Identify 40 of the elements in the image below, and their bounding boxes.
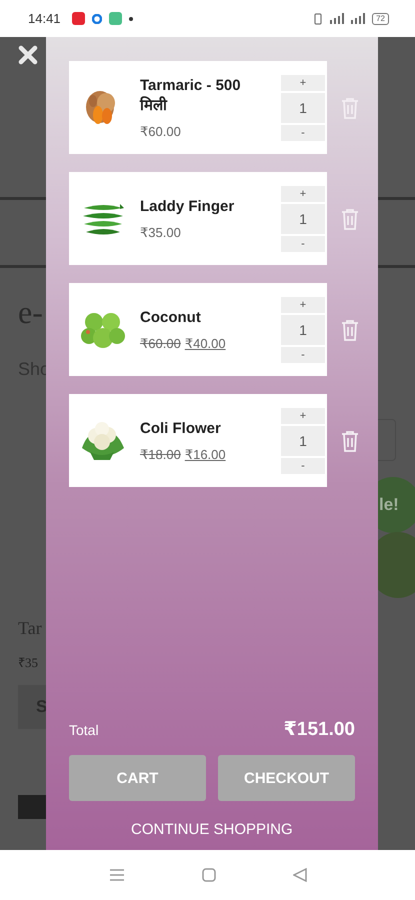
decrease-button[interactable]: - [281, 236, 325, 252]
increase-button[interactable]: + [281, 74, 325, 90]
old-price: ₹60.00 [140, 336, 181, 352]
status-time: 14:41 [28, 11, 61, 26]
back-icon[interactable] [292, 868, 306, 882]
increase-button[interactable]: + [281, 408, 325, 424]
item-name: Coconut [140, 308, 202, 328]
menu-icon[interactable] [108, 868, 124, 882]
total-label: Total [69, 722, 99, 738]
item-name: Laddy Finger [140, 196, 236, 216]
quantity-value[interactable]: 1 [281, 204, 325, 234]
app-icon [108, 12, 122, 25]
trash-icon[interactable] [340, 318, 360, 340]
increase-button[interactable]: + [281, 296, 325, 312]
signal-icon [351, 13, 366, 24]
item-name: Coli Flower [140, 418, 222, 438]
trash-icon[interactable] [340, 430, 360, 452]
old-price: ₹18.00 [140, 446, 181, 462]
quantity-value[interactable]: 1 [281, 92, 325, 122]
item-name: Tarmaric - 500 मिली [140, 76, 242, 116]
quantity-value[interactable]: 1 [281, 426, 325, 456]
signal-icon [330, 13, 344, 24]
trash-icon[interactable] [340, 208, 360, 230]
dot-icon [128, 16, 133, 20]
continue-shopping-link[interactable]: CONTINUE SHOPPING [131, 821, 293, 838]
item-price: ₹60.00 [140, 124, 181, 140]
battery-level: 72 [372, 12, 389, 24]
item-price: ₹16.00 [184, 446, 226, 462]
item-price: ₹40.00 [184, 336, 226, 352]
app-icon [72, 12, 85, 25]
close-icon[interactable] [18, 45, 38, 65]
decrease-button[interactable]: - [281, 458, 325, 474]
vibrate-icon [313, 12, 324, 24]
quantity-value[interactable]: 1 [281, 314, 325, 344]
increase-button[interactable]: + [281, 186, 325, 202]
decrease-button[interactable]: - [281, 346, 325, 362]
item-price: ₹35.00 [140, 224, 181, 240]
decrease-button[interactable]: - [281, 124, 325, 140]
total-amount: ₹151.00 [284, 718, 355, 741]
home-icon[interactable] [202, 868, 216, 882]
